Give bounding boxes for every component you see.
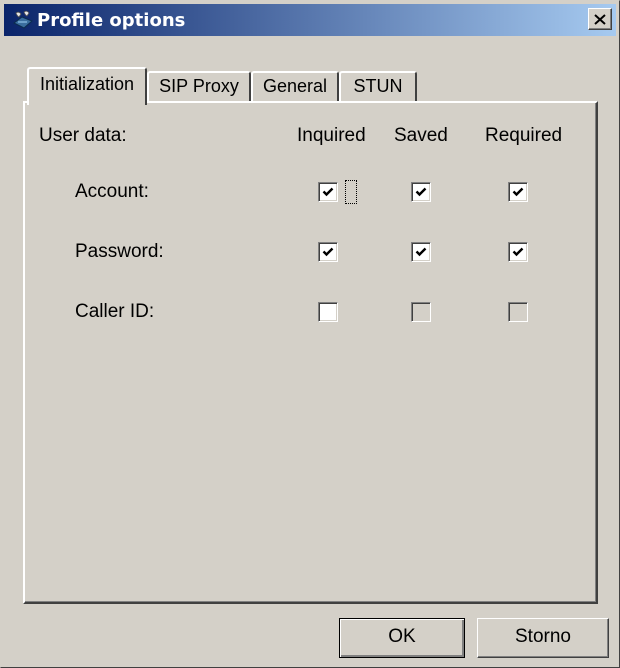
column-header-inquired: Inquired	[297, 125, 366, 146]
storno-button[interactable]: Storno	[477, 618, 609, 658]
caller-id-inquired-checkbox[interactable]	[318, 302, 338, 322]
password-label: Password:	[75, 241, 164, 262]
title-bar[interactable]: Profile options	[4, 4, 616, 36]
account-label: Account:	[75, 181, 149, 202]
tab-panel-initialization: User data: Inquired Saved Required Accou…	[23, 101, 598, 604]
tab-label: SIP Proxy	[159, 76, 239, 96]
checkmark-icon	[415, 247, 427, 257]
ok-button[interactable]: OK	[339, 618, 465, 658]
tab-general[interactable]: General	[251, 71, 339, 103]
focus-indicator	[345, 180, 357, 204]
checkmark-icon	[415, 187, 427, 197]
tab-label: General	[262, 76, 328, 96]
account-saved-checkbox[interactable]	[411, 182, 431, 202]
tab-sip-proxy[interactable]: SIP Proxy	[147, 71, 251, 103]
user-data-label: User data:	[39, 125, 127, 146]
account-required-checkbox[interactable]	[508, 182, 528, 202]
tab-label: STUN	[353, 76, 403, 96]
checkmark-icon	[512, 247, 524, 257]
checkmark-icon	[322, 187, 334, 197]
checkmark-icon	[512, 187, 524, 197]
caller-id-required-checkbox[interactable]	[508, 302, 528, 322]
password-saved-checkbox[interactable]	[411, 242, 431, 262]
profile-options-dialog: Profile options Initialization SIP Proxy…	[0, 0, 620, 668]
tab-stun[interactable]: STUN	[339, 71, 417, 103]
window-title: Profile options	[37, 9, 186, 31]
caller-id-saved-checkbox[interactable]	[411, 302, 431, 322]
caller-id-label: Caller ID:	[75, 301, 155, 322]
column-header-required: Required	[485, 125, 563, 146]
network-phone-icon	[12, 9, 34, 31]
column-header-saved: Saved	[394, 125, 448, 146]
close-button[interactable]	[588, 8, 612, 30]
checkmark-icon	[322, 247, 334, 257]
password-inquired-checkbox[interactable]	[318, 242, 338, 262]
tab-label: Initialization	[39, 74, 135, 94]
account-inquired-checkbox[interactable]	[318, 182, 338, 202]
close-icon	[594, 13, 606, 25]
password-required-checkbox[interactable]	[508, 242, 528, 262]
tab-initialization[interactable]: Initialization	[27, 67, 147, 105]
